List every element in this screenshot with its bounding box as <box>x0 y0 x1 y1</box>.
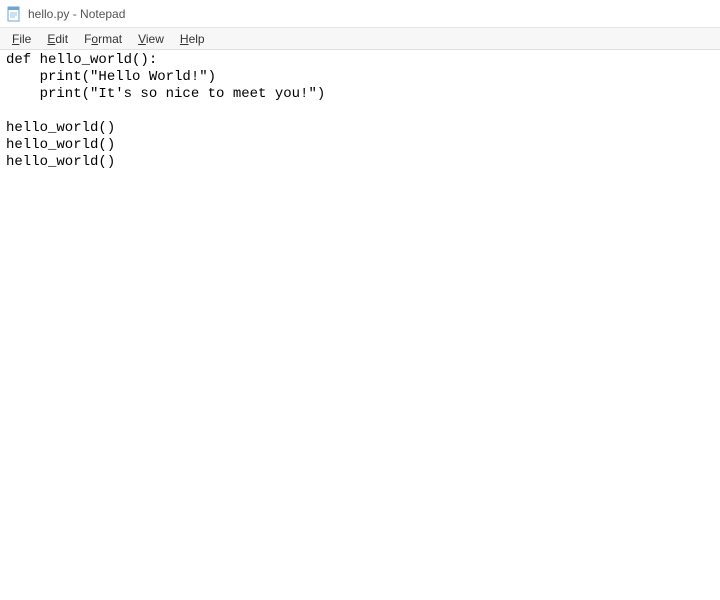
menu-file[interactable]: File <box>4 30 39 48</box>
window-title: hello.py - Notepad <box>28 7 125 21</box>
titlebar: hello.py - Notepad <box>0 0 720 28</box>
menu-help[interactable]: Help <box>172 30 213 48</box>
menu-edit-rest: dit <box>55 32 68 46</box>
menu-file-rest: ile <box>19 32 31 46</box>
notepad-icon <box>6 6 22 22</box>
menu-edit[interactable]: Edit <box>39 30 76 48</box>
menu-view-rest: iew <box>146 32 164 46</box>
menu-help-rest: elp <box>189 32 205 46</box>
menubar: File Edit Format View Help <box>0 28 720 50</box>
menu-view[interactable]: View <box>130 30 172 48</box>
menu-format-rest: rmat <box>98 32 122 46</box>
menu-format[interactable]: Format <box>76 30 130 48</box>
text-editor-area[interactable]: def hello_world(): print("Hello World!")… <box>0 50 720 600</box>
